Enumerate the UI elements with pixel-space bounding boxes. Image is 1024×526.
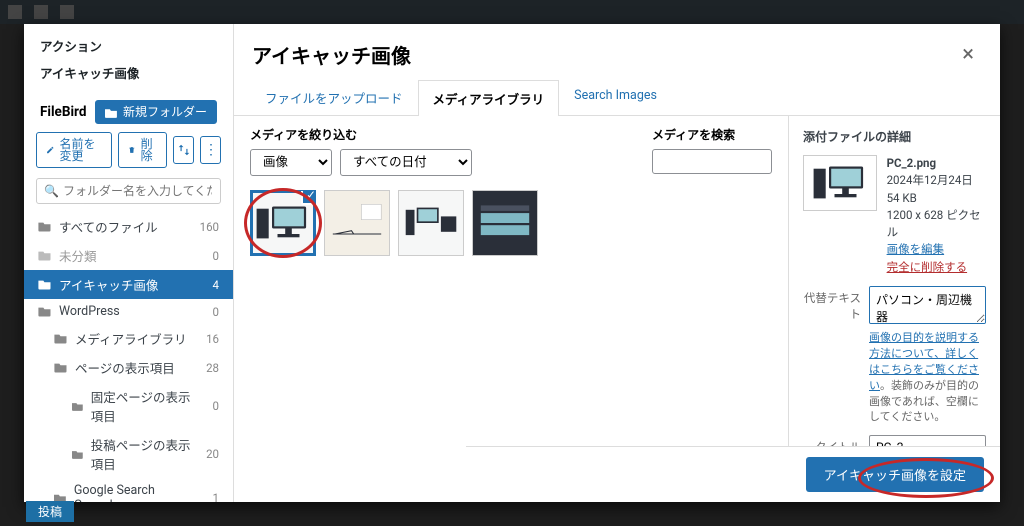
folder-count: 16 — [191, 332, 219, 346]
details-heading: 添付ファイルの詳細 — [803, 128, 986, 145]
folder-label: Google Search Console — [74, 483, 193, 502]
detail-date: 2024年12月24日 — [887, 172, 986, 189]
folder-count: 4 — [191, 278, 219, 292]
folder-count: 28 — [191, 361, 219, 375]
alt-text-label: 代替テキスト — [803, 286, 861, 322]
close-button[interactable]: × — [954, 38, 982, 71]
media-thumb-3[interactable] — [398, 190, 464, 256]
tab-upload[interactable]: ファイルをアップロード — [250, 79, 418, 115]
browser-window-icon — [476, 201, 534, 245]
folder-count: 0 — [191, 249, 219, 263]
pc-image-icon — [254, 201, 312, 245]
pc-printer-icon — [402, 201, 460, 245]
topbar-icon[interactable] — [34, 5, 48, 19]
media-thumb-4[interactable] — [472, 190, 538, 256]
tab-library[interactable]: メディアライブラリ — [418, 80, 560, 116]
trash-icon — [128, 144, 136, 156]
folder-search-input[interactable] — [36, 178, 221, 204]
folder-icon — [72, 449, 84, 460]
detail-size: 54 KB — [887, 190, 986, 207]
alt-help-text: 画像の目的を説明する方法について、詳しくはこちらをご覧ください。装飾のみが目的の… — [869, 330, 986, 426]
rename-button[interactable]: 名前を変更 — [36, 132, 112, 168]
attachment-details: 添付ファイルの詳細 PC_2.png 2024年12月24日 54 KB 120… — [788, 116, 1000, 502]
bottom-edit-tag: 投稿 — [26, 501, 74, 522]
folder-label: 固定ページの表示項目 — [91, 387, 196, 425]
featured-image-heading: アイキャッチ画像 — [24, 63, 233, 94]
media-search-input[interactable] — [652, 149, 772, 174]
tab-search-images[interactable]: Search Images — [559, 79, 672, 115]
media-grid-area: メディアを絞り込む 画像 すべての日付 メディアを検索 ✓ — [234, 116, 788, 502]
folder-count: 20 — [195, 447, 219, 461]
folder-label: 投稿ページの表示項目 — [91, 435, 196, 473]
media-type-select[interactable]: 画像 — [250, 149, 332, 176]
desk-image-icon — [328, 201, 386, 245]
folder-label: すべてのファイル — [59, 217, 158, 236]
action-heading: アクション — [24, 24, 233, 63]
folder-icon — [54, 333, 68, 344]
folder-label: メディアライブラリ — [75, 329, 187, 348]
folder-icon — [38, 221, 52, 232]
wp-logo-icon[interactable] — [8, 5, 22, 19]
delete-button[interactable]: 削除 — [118, 132, 167, 168]
folder-item[interactable]: Google Search Console1 — [24, 478, 233, 502]
tabs: ファイルをアップロード メディアライブラリ Search Images — [234, 71, 1000, 116]
modal-footer: アイキャッチ画像を設定 — [466, 446, 1000, 502]
more-button[interactable]: ⋮ — [200, 136, 221, 164]
main-pane: アイキャッチ画像 × ファイルをアップロード メディアライブラリ Search … — [234, 24, 1000, 502]
pc-image-icon — [811, 161, 869, 205]
filebird-title: FileBird — [40, 104, 86, 120]
detail-thumbnail — [803, 155, 877, 211]
folder-label: WordPress — [59, 304, 120, 319]
folder-count: 160 — [191, 220, 219, 234]
folder-item[interactable]: メディアライブラリ 16 — [24, 324, 233, 353]
folder-icon — [54, 362, 68, 373]
folder-item[interactable]: 投稿ページの表示項目20 — [24, 430, 233, 478]
thumbnail-grid: ✓ — [250, 190, 772, 256]
folder-item[interactable]: 固定ページの表示項目0 — [24, 382, 233, 430]
media-date-select[interactable]: すべての日付 — [340, 149, 472, 176]
folder-count: 1 — [193, 491, 219, 502]
folder-list: すべてのファイル160未分類0アイキャッチ画像4WordPress0メディアライ… — [24, 212, 233, 502]
folder-plus-icon — [105, 107, 118, 118]
detail-dimensions: 1200 x 628 ピクセル — [887, 207, 986, 242]
detail-meta: PC_2.png 2024年12月24日 54 KB 1200 x 628 ピク… — [887, 155, 986, 276]
filter-heading: メディアを絞り込む — [250, 126, 472, 143]
folder-item[interactable]: アイキャッチ画像 4 — [24, 270, 233, 299]
delete-permanently-link[interactable]: 完全に削除する — [887, 260, 968, 274]
pencil-icon — [46, 144, 55, 156]
media-modal: アクション アイキャッチ画像 FileBird 新規フォルダー 名前を変更 削除… — [24, 24, 1000, 502]
sort-button[interactable] — [173, 136, 194, 164]
folder-icon — [38, 279, 52, 290]
sort-icon — [177, 143, 191, 157]
folder-item[interactable]: ページの表示項目 28 — [24, 353, 233, 382]
modal-title: アイキャッチ画像 — [252, 40, 411, 69]
media-thumb-1[interactable]: ✓ — [250, 190, 316, 256]
set-featured-image-button[interactable]: アイキャッチ画像を設定 — [806, 457, 984, 492]
folder-icon — [38, 306, 52, 317]
folder-label: ページの表示項目 — [75, 358, 175, 377]
folder-item[interactable]: WordPress 0 — [24, 299, 233, 324]
folder-count: 0 — [195, 399, 219, 413]
detail-filename: PC_2.png — [887, 155, 986, 172]
folder-search: 🔍 — [36, 178, 221, 204]
folder-label: 未分類 — [59, 246, 97, 265]
edit-image-link[interactable]: 画像を編集 — [887, 242, 945, 256]
admin-topbar — [0, 0, 1024, 24]
kebab-icon: ⋮ — [204, 142, 217, 158]
search-heading: メディアを検索 — [652, 126, 772, 143]
media-thumb-2[interactable] — [324, 190, 390, 256]
alt-text-input[interactable]: パソコン・周辺機器 — [869, 286, 986, 324]
folder-item[interactable]: すべてのファイル 160 — [24, 212, 233, 241]
left-pane: アクション アイキャッチ画像 FileBird 新規フォルダー 名前を変更 削除… — [24, 24, 234, 502]
folder-icon — [38, 250, 52, 261]
new-folder-button[interactable]: 新規フォルダー — [95, 100, 217, 124]
folder-count: 0 — [191, 305, 219, 319]
folder-icon — [72, 401, 84, 412]
check-icon: ✓ — [301, 190, 316, 205]
search-icon: 🔍 — [44, 184, 59, 198]
folder-label: アイキャッチ画像 — [59, 275, 158, 294]
topbar-icon[interactable] — [60, 5, 74, 19]
folder-item[interactable]: 未分類 0 — [24, 241, 233, 270]
